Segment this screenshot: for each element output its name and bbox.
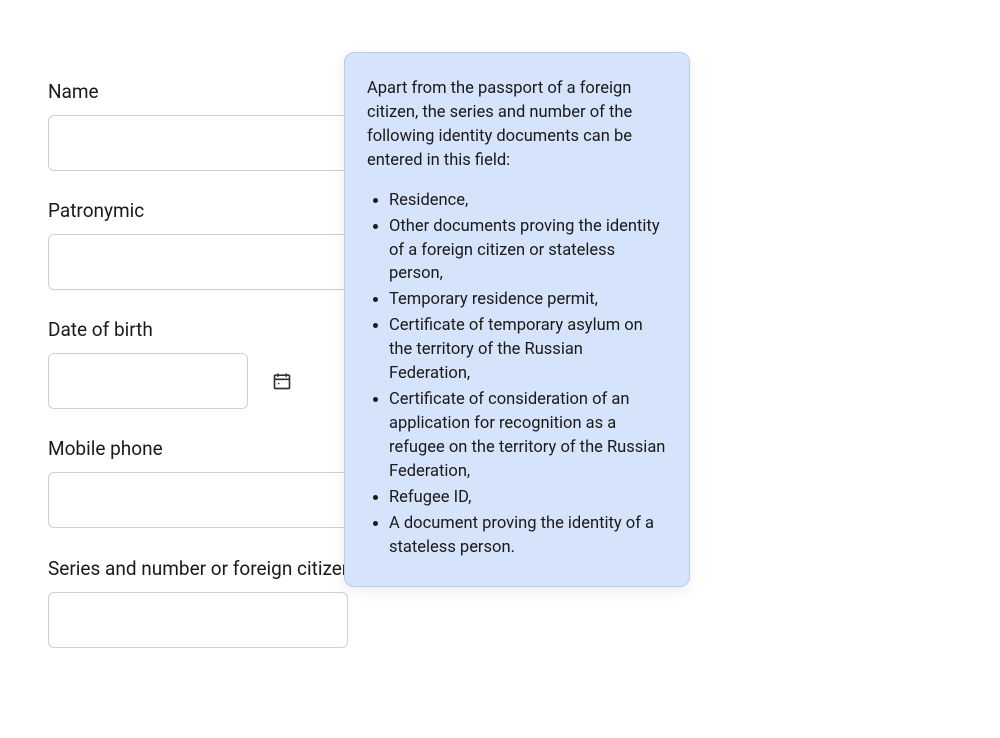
dob-input[interactable] <box>48 353 248 409</box>
tooltip-item: Other documents proving the identity of … <box>389 215 667 287</box>
tooltip-item: A document proving the identity of a sta… <box>389 512 667 560</box>
passport-input[interactable] <box>48 592 348 648</box>
calendar-icon[interactable] <box>272 371 292 391</box>
tooltip-item: Temporary residence permit, <box>389 288 667 312</box>
tooltip-item: Certificate of consideration of an appli… <box>389 388 667 484</box>
tooltip-intro: Apart from the passport of a foreign cit… <box>367 77 667 173</box>
tooltip-item: Refugee ID, <box>389 486 667 510</box>
passport-tooltip: Apart from the passport of a foreign cit… <box>344 52 690 587</box>
tooltip-list: Residence, Other documents proving the i… <box>367 189 667 560</box>
tooltip-item: Certificate of temporary asylum on the t… <box>389 314 667 386</box>
tooltip-item: Residence, <box>389 189 667 213</box>
